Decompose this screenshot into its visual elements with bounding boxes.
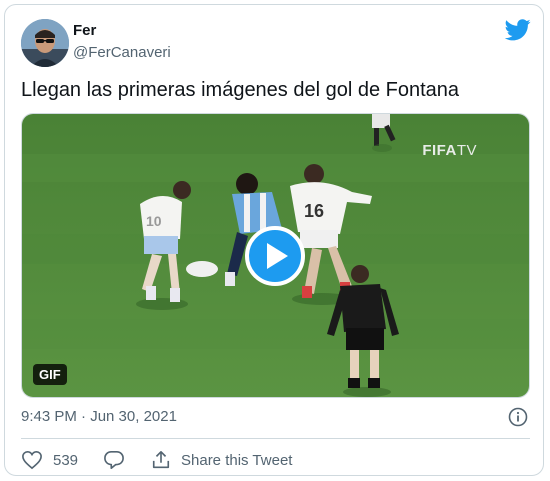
fifa-tv-watermark: FIFATV [422,142,477,159]
author-handle[interactable]: @FerCanaveri [73,44,171,61]
avatar[interactable] [21,19,69,67]
tweet-card: Fer @FerCanaveri Llegan las primeras imá… [4,4,544,476]
info-icon[interactable] [508,407,528,427]
tweet-timestamp[interactable]: 9:43 PM · Jun 30, 2021 [21,408,177,425]
like-button[interactable]: 539 [21,449,78,471]
share-icon [152,451,170,469]
play-icon [267,243,288,269]
reply-bubble-icon [104,451,124,469]
reply-button[interactable] [103,449,125,471]
tweet-media[interactable]: 10 16 FIFATV GIF [21,113,530,398]
like-count: 539 [53,451,79,469]
divider [21,438,530,439]
author-name[interactable]: Fer [73,22,96,39]
tweet-text: Llegan las primeras imágenes del gol de … [21,79,460,101]
svg-text:10: 10 [146,213,162,229]
twitter-bird-icon[interactable] [504,19,531,41]
play-button[interactable] [245,226,305,286]
heart-icon [22,450,42,470]
share-button[interactable]: Share this Tweet [151,449,292,471]
gif-badge: GIF [33,364,67,385]
share-label: Share this Tweet [181,451,293,469]
svg-text:16: 16 [304,201,324,221]
